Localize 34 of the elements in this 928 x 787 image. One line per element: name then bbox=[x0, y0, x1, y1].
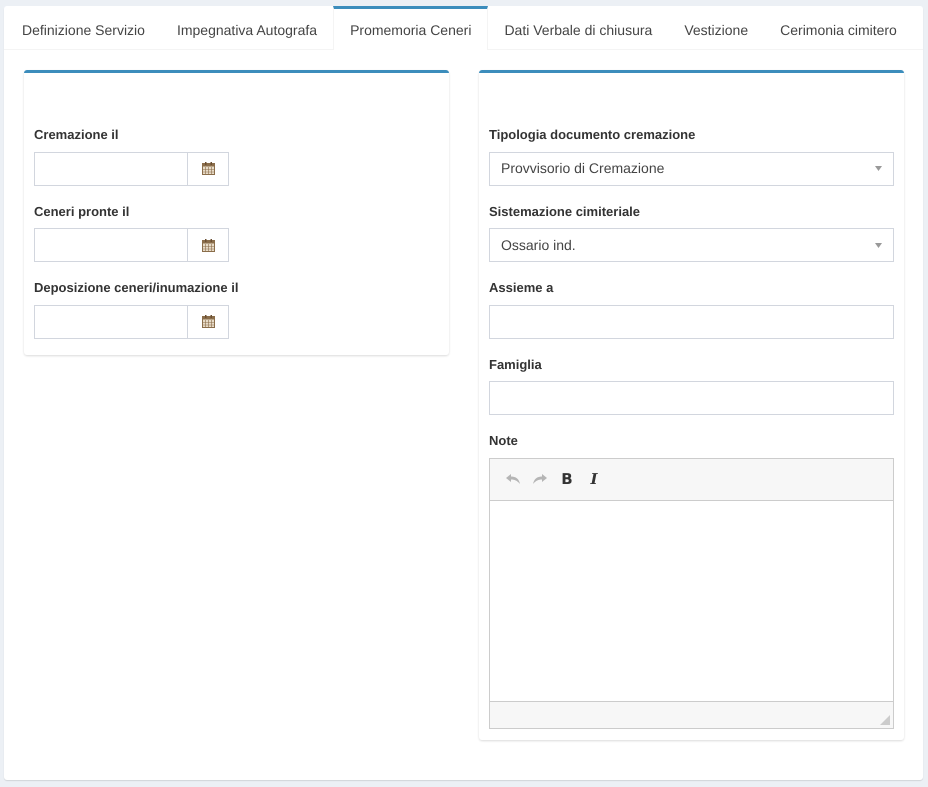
text-field[interactable] bbox=[489, 381, 894, 415]
calendar-button[interactable] bbox=[188, 304, 229, 338]
text-field[interactable] bbox=[489, 304, 894, 338]
date-field[interactable] bbox=[34, 152, 188, 186]
tab[interactable]: Promemoria Ceneri bbox=[333, 6, 488, 50]
calendar-icon bbox=[202, 238, 214, 252]
select-field[interactable]: Provvisorio di Cremazione bbox=[489, 152, 894, 186]
field-label: Sistemazione cimiteriale bbox=[489, 202, 642, 220]
tab[interactable]: Vestizione bbox=[668, 6, 764, 49]
resize-handle-icon bbox=[880, 714, 890, 724]
field-label: Tipologia documento cremazione bbox=[489, 126, 696, 144]
tab[interactable]: Definizione Servizio bbox=[6, 6, 161, 49]
field-label: Famiglia bbox=[489, 356, 543, 374]
field-label: Note bbox=[489, 432, 519, 450]
bold-button[interactable]: B bbox=[554, 466, 580, 492]
caret-icon bbox=[875, 166, 882, 171]
tab[interactable]: Impegnativa Autografa bbox=[160, 6, 334, 49]
field-label: Assieme a bbox=[489, 279, 554, 297]
field-label: Cremazione il bbox=[34, 126, 120, 144]
italic-button[interactable]: I bbox=[581, 466, 607, 492]
tab[interactable]: Dati Verbale di chiusura bbox=[488, 6, 668, 49]
calendar-icon bbox=[202, 162, 214, 175]
caret-icon bbox=[875, 242, 882, 248]
redo-icon bbox=[533, 474, 547, 484]
calendar-button[interactable] bbox=[188, 228, 229, 262]
calendar-icon bbox=[202, 315, 214, 328]
field-label: Ceneri pronte il bbox=[34, 202, 130, 221]
date-field[interactable] bbox=[34, 304, 188, 338]
date-field[interactable] bbox=[34, 228, 188, 262]
tab[interactable]: Cerimonia cimitero bbox=[764, 6, 913, 49]
undo-icon bbox=[506, 474, 520, 484]
field-label: Deposizione ceneri/inumazione il bbox=[34, 279, 240, 297]
calendar-button[interactable] bbox=[188, 152, 229, 186]
select-field[interactable]: Ossario ind. bbox=[489, 228, 894, 262]
